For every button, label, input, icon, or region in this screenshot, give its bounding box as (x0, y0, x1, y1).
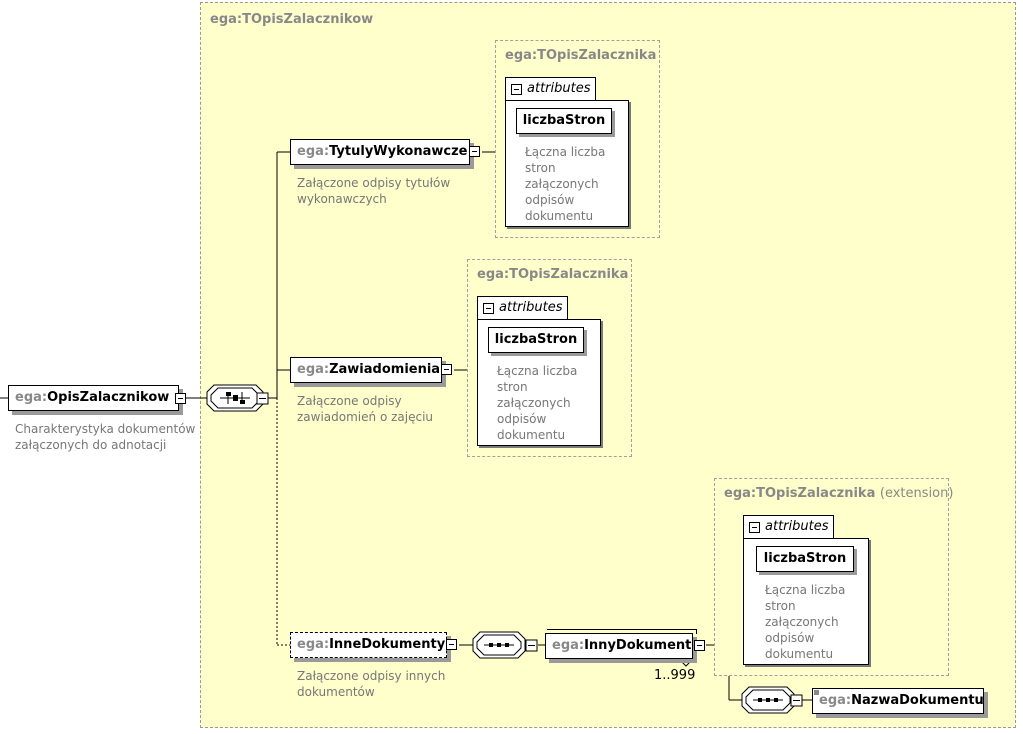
annotation-opis-zalacznikow: Charakterystyka dokumentów załączonych d… (15, 421, 195, 453)
type-box-topis-zalacznika-extension: ega:TOpisZalacznika (extension) attribut… (714, 478, 953, 676)
attributes-label: attributes (499, 300, 563, 315)
collapse-icon[interactable] (441, 364, 452, 375)
element-name: NazwaDokumentu (851, 693, 984, 708)
attributes-panel: liczbaStron Łączna liczba stron załączon… (477, 319, 601, 446)
namespace-prefix: ega: (819, 693, 852, 708)
type-name: ega:TOpisZalacznika (724, 486, 876, 501)
attribute-description: Łączna liczba stron załączonych odpisów … (765, 583, 846, 661)
namespace-prefix: ega: (297, 144, 330, 159)
type-extension: (extension) (879, 486, 954, 501)
collapse-icon[interactable] (469, 146, 480, 157)
namespace-prefix: ega: (297, 362, 330, 377)
type-title: ega:TOpisZalacznika (extension) (724, 486, 953, 501)
annotation-line: Charakterystyka dokumentów (15, 422, 196, 436)
sequence-compositor-icon[interactable] (472, 631, 540, 661)
element-name: OpisZalacznikow (47, 390, 170, 405)
annotation-line: Załączone odpisy innych (297, 669, 446, 683)
namespace-prefix: ega: (297, 637, 330, 652)
element-name: InneDokumenty (329, 637, 446, 652)
collapse-icon[interactable] (511, 84, 522, 95)
collapse-icon[interactable] (446, 639, 457, 650)
sequence-compositor-icon[interactable] (206, 384, 270, 414)
element-inne-dokumenty[interactable]: ega:InneDokumenty (290, 632, 447, 658)
element-tytuly-wykonawcze[interactable]: ega:TytulyWykonawcze (290, 139, 470, 165)
namespace-prefix: ega: (15, 390, 48, 405)
namespace-prefix: ega: (552, 638, 585, 653)
annotation-line: Załączone odpisy tytułów (297, 176, 451, 190)
annotation-inne-dokumenty: Załączone odpisy innych dokumentów (297, 668, 445, 700)
attributes-label: attributes (765, 519, 829, 534)
annotation-zawiadomienia: Załączone odpisy zawiadomień o zajęciu (297, 393, 433, 425)
collapse-icon[interactable] (749, 522, 760, 533)
annotation-line: dokumentów (297, 685, 375, 699)
annotation-line: załączonych do adnotacji (15, 438, 167, 452)
attributes-tab[interactable]: attributes (743, 515, 834, 539)
occurrence-label: 1..999 (654, 668, 696, 683)
type-box-topis-zalacznika-1: ega:TOpisZalacznika attributes liczbaStr… (495, 40, 660, 238)
attributes-tab[interactable]: attributes (477, 296, 568, 320)
annotation-line: wykonawczych (297, 192, 387, 206)
simple-type-marker-icon (814, 690, 819, 695)
element-name: TytulyWykonawcze (329, 144, 468, 159)
attributes-label: attributes (527, 81, 591, 96)
sequence-compositor-icon[interactable] (741, 686, 805, 716)
attributes-panel: liczbaStron Łączna liczba stron załączon… (743, 538, 869, 665)
attribute-liczba-stron[interactable]: liczbaStron (756, 546, 854, 572)
attributes-panel: liczbaStron Łączna liczba stron załączon… (505, 100, 629, 227)
attributes-tab[interactable]: attributes (505, 77, 596, 101)
type-box-topis-zalacznika-2: ega:TOpisZalacznika attributes liczbaStr… (467, 259, 632, 457)
annotation-line: Załączone odpisy (297, 394, 402, 408)
element-opis-zalacznikow[interactable]: ega:OpisZalacznikow (8, 385, 179, 411)
annotation-tytuly-wykonawcze: Załączone odpisy tytułów wykonawczych (297, 175, 450, 207)
element-name: InnyDokument (584, 638, 692, 653)
attribute-description: Łączna liczba stron załączonych odpisów … (525, 145, 606, 223)
element-zawiadomienia[interactable]: ega:Zawiadomienia (290, 357, 442, 383)
annotation-line: zawiadomień o zajęciu (297, 410, 434, 424)
type-title: ega:TOpisZalacznika (505, 48, 657, 63)
attribute-liczba-stron[interactable]: liczbaStron (488, 327, 584, 353)
attribute-liczba-stron[interactable]: liczbaStron (516, 108, 612, 134)
collapse-icon[interactable] (694, 640, 705, 651)
element-nazwa-dokumentu[interactable]: ega:NazwaDokumentu (812, 688, 984, 714)
collapse-icon[interactable] (483, 303, 494, 314)
attribute-description: Łączna liczba stron załączonych odpisów … (497, 364, 578, 442)
type-title: ega:TOpisZalacznika (477, 267, 629, 282)
element-inny-dokument[interactable]: ega:InnyDokument (545, 629, 697, 659)
collapse-icon[interactable] (175, 393, 186, 404)
element-name: Zawiadomienia (329, 362, 441, 377)
